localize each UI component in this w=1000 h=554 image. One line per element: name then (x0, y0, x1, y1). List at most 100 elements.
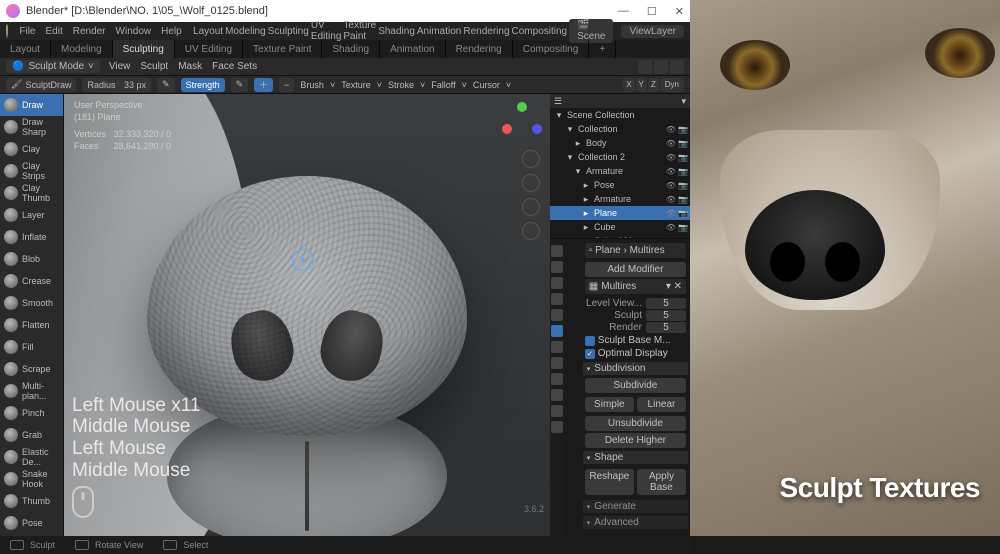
outliner-item[interactable]: ▸Cube👁📷 (550, 220, 690, 234)
tool-pinch[interactable]: Pinch (0, 402, 63, 424)
blender-logo-icon[interactable] (6, 24, 8, 38)
tool-layer[interactable]: Layer (0, 204, 63, 226)
radius-field[interactable]: Radius 33 px (82, 78, 151, 92)
dyntopo-toggle[interactable]: Dyn (660, 78, 684, 92)
sculpt-base-checkbox[interactable] (585, 336, 595, 346)
delete-higher-button[interactable]: Delete Higher (585, 433, 686, 448)
prop-tab-modifier-icon[interactable] (551, 325, 563, 337)
modifier-header[interactable]: ▦Multires ▾ ✕ (585, 279, 686, 294)
visibility-icon[interactable]: 👁 (666, 195, 676, 204)
workspace-tab-uv-editing[interactable]: UV Editing (175, 40, 243, 58)
workspace-tab-animation[interactable]: Animation (380, 40, 445, 58)
sculpt-menu-face-sets[interactable]: Face Sets (207, 61, 262, 72)
workspace-tab-modeling[interactable]: Modeling (51, 40, 113, 58)
axis-y[interactable]: Y (636, 78, 647, 92)
tab-rendering[interactable]: Rendering (463, 26, 509, 37)
outliner-item[interactable]: ▾Collection👁📷 (550, 122, 690, 136)
section-advanced[interactable]: Advanced (583, 516, 688, 529)
prop-tab-material-icon[interactable] (551, 405, 563, 417)
tab-shading[interactable]: Shading (378, 26, 415, 37)
outliner-item[interactable]: ▸Pose👁📷 (550, 178, 690, 192)
tab-compositing[interactable]: Compositing (512, 26, 568, 37)
linear-button[interactable]: Linear (637, 397, 686, 412)
persp-gizmo-icon[interactable] (522, 222, 540, 240)
overlay-toggle-icon[interactable] (638, 60, 652, 74)
prop-tab-output-icon[interactable] (551, 261, 563, 273)
radius-pen-icon[interactable]: ✎ (157, 78, 175, 92)
level-sculpt-field[interactable]: 5 (646, 310, 686, 321)
tool-fill[interactable]: Fill (0, 336, 63, 358)
apply-base-button[interactable]: Apply Base (637, 469, 686, 495)
prop-tab-physics-icon[interactable] (551, 357, 563, 369)
workspace-tab-shading[interactable]: Shading (322, 40, 380, 58)
visibility-icon[interactable]: 👁 (666, 139, 676, 148)
visibility-icon[interactable]: 👁 (666, 125, 676, 134)
outliner-root[interactable]: ▾Scene Collection (550, 108, 690, 122)
workspace-tab-rendering[interactable]: Rendering (446, 40, 513, 58)
optimal-display-checkbox[interactable]: ✓ (585, 349, 595, 359)
outliner-item[interactable]: ▾Armature👁📷 (550, 164, 690, 178)
prop-tab-particle-icon[interactable] (551, 341, 563, 353)
tool-flatten[interactable]: Flatten (0, 314, 63, 336)
workspace-add-button[interactable]: + (589, 40, 616, 58)
outliner-filter-icon[interactable]: ☰ (554, 96, 562, 107)
visibility-icon[interactable]: 👁 (666, 223, 676, 232)
axis-z[interactable]: Z (648, 78, 659, 92)
tool-thumb[interactable]: Thumb (0, 490, 63, 512)
overlay-toggle-icon[interactable] (670, 60, 684, 74)
mode-dropdown[interactable]: 🔵 Sculpt Mode ˅ (6, 60, 100, 73)
section-generate[interactable]: Generate (583, 500, 688, 513)
tab-layout[interactable]: Layout (193, 26, 223, 37)
tool-snake-hook[interactable]: Snake Hook (0, 468, 63, 490)
tool-multi-plan---[interactable]: Multi-plan... (0, 380, 63, 402)
tool-draw-sharp[interactable]: Draw Sharp (0, 116, 63, 138)
cursor-menu[interactable]: Cursor (473, 80, 500, 90)
move-gizmo-icon[interactable] (522, 174, 540, 192)
tab-animation[interactable]: Animation (417, 26, 461, 37)
unsubdivide-button[interactable]: Unsubdivide (585, 416, 686, 431)
prop-tab-object-icon[interactable] (551, 309, 563, 321)
strength-pen-icon[interactable]: ✎ (231, 78, 249, 92)
brush-selector[interactable]: 🖌 SculptDraw (6, 78, 76, 92)
visibility-icon[interactable]: 👁 (666, 153, 676, 162)
axis-x[interactable]: X (623, 78, 634, 92)
render-icon[interactable]: 📷 (678, 195, 688, 204)
section-shape[interactable]: Shape (583, 451, 688, 464)
outliner-item[interactable]: ▾Collection 2👁📷 (550, 150, 690, 164)
zoom-gizmo-icon[interactable] (522, 150, 540, 168)
render-icon[interactable]: 📷 (678, 181, 688, 190)
section-subdivision[interactable]: Subdivision (583, 362, 688, 375)
visibility-icon[interactable]: 👁 (666, 167, 676, 176)
prop-tab-constraint-icon[interactable] (551, 373, 563, 385)
workspace-tab-layout[interactable]: Layout (0, 40, 51, 58)
reshape-button[interactable]: Reshape (585, 469, 634, 495)
stroke-menu[interactable]: Stroke (388, 80, 414, 90)
outliner-item[interactable]: ▸Armature👁📷 (550, 192, 690, 206)
subdivide-button[interactable]: Subdivide (585, 378, 686, 393)
outliner-item[interactable]: ▸Body👁📷 (550, 136, 690, 150)
level-render-field[interactable]: 5 (646, 322, 686, 333)
properties-breadcrumb[interactable]: ▫ Plane › Multires (585, 243, 686, 258)
sculpt-menu-view[interactable]: View (104, 61, 136, 72)
menu-window[interactable]: Window (111, 26, 157, 37)
level-viewport-field[interactable]: 5 (646, 298, 686, 309)
menu-edit[interactable]: Edit (40, 26, 67, 37)
tool-smooth[interactable]: Smooth (0, 292, 63, 314)
window-minimize[interactable]: — (618, 5, 629, 18)
tab-modeling[interactable]: Modeling (225, 26, 266, 37)
brush-menu[interactable]: Brush (300, 80, 324, 90)
tab-sculpting[interactable]: Sculpting (268, 26, 309, 37)
simple-button[interactable]: Simple (585, 397, 634, 412)
tool-clay-strips[interactable]: Clay Strips (0, 160, 63, 182)
tool-inflate[interactable]: Inflate (0, 226, 63, 248)
window-close[interactable]: ✕ (675, 5, 684, 18)
render-icon[interactable]: 📷 (678, 153, 688, 162)
render-icon[interactable]: 📷 (678, 139, 688, 148)
tool-draw[interactable]: Draw (0, 94, 63, 116)
texture-menu[interactable]: Texture (341, 80, 371, 90)
direction-add-icon[interactable]: ＋ (254, 78, 273, 92)
tool-clay[interactable]: Clay (0, 138, 63, 160)
prop-tab-world-icon[interactable] (551, 293, 563, 305)
workspace-tab-sculpting[interactable]: Sculpting (113, 40, 175, 58)
prop-tab-render-icon[interactable] (551, 245, 563, 257)
